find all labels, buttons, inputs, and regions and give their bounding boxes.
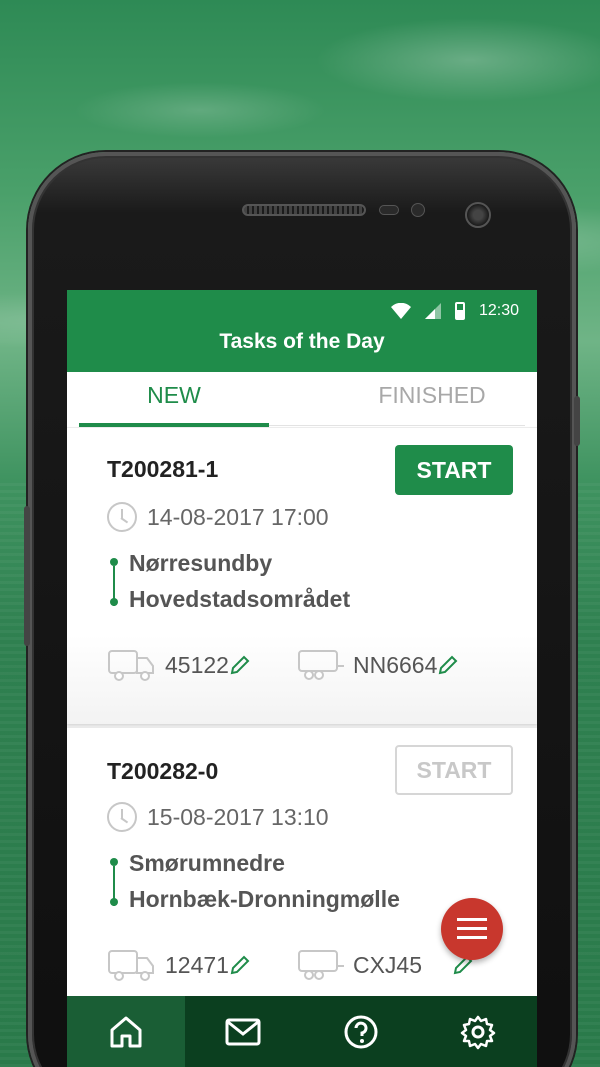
start-button[interactable]: START bbox=[395, 445, 513, 495]
menu-fab-button[interactable] bbox=[441, 898, 503, 960]
route-from-part: Smørumnedre bbox=[129, 850, 285, 876]
clock-icon bbox=[107, 502, 137, 532]
app-screen: 12:30 Tasks of the Day NEW FINISHED T200… bbox=[67, 290, 537, 1067]
route-to-part: stadsområdet bbox=[199, 586, 351, 612]
route-to: Hornbæk-Dronningmølle bbox=[129, 886, 400, 913]
route-to: Hovedstadsområdet bbox=[129, 586, 350, 613]
pencil-icon[interactable] bbox=[229, 654, 251, 676]
route-from-part: undby bbox=[203, 550, 273, 576]
trailer-number: NN6664 bbox=[352, 651, 438, 678]
tab-new[interactable]: NEW bbox=[79, 382, 269, 409]
nav-settings[interactable] bbox=[420, 996, 538, 1067]
battery-icon bbox=[454, 302, 465, 320]
settings-icon bbox=[461, 1015, 496, 1049]
status-time: 12:30 bbox=[478, 302, 519, 319]
tab-bar: NEW FINISHED bbox=[67, 372, 537, 427]
help-icon bbox=[344, 1015, 378, 1048]
route-from: Nørresundby bbox=[129, 550, 272, 577]
nav-help[interactable] bbox=[302, 996, 420, 1067]
nav-home[interactable] bbox=[67, 996, 185, 1067]
app-bar: 12:30 Tasks of the Day bbox=[67, 290, 537, 372]
nav-messages[interactable] bbox=[185, 996, 303, 1067]
task-datetime: 14-08-2017 17:00 bbox=[147, 503, 329, 530]
task-id: T200281-1 bbox=[107, 456, 219, 482]
tab-finished[interactable]: FINISHED bbox=[337, 382, 527, 409]
route-end-dot bbox=[110, 898, 118, 906]
task-time: 14-08-2017 17:00 bbox=[107, 502, 329, 532]
route-start-dot bbox=[110, 558, 118, 566]
route-to-part: Hornbæk-Dronningmølle bbox=[129, 886, 400, 912]
truck-icon bbox=[108, 650, 154, 681]
route-start-dot bbox=[110, 858, 118, 866]
tab-divider bbox=[269, 425, 525, 426]
task-card[interactable]: T200281-1 START 14-08-2017 17:00 Nørresu… bbox=[67, 428, 537, 724]
phone-camera bbox=[465, 202, 491, 228]
status-bar: 12:30 bbox=[390, 302, 519, 320]
route-from-part: Nørres bbox=[129, 550, 204, 576]
route-from: Smørumnedre bbox=[129, 850, 285, 877]
start-button[interactable]: START bbox=[395, 745, 513, 795]
bottom-nav bbox=[67, 996, 537, 1067]
vehicle-row: 45122 NN6664 bbox=[107, 648, 459, 682]
vehicle-row: 12471 CXJ45 bbox=[107, 948, 474, 982]
phone-sensor bbox=[379, 205, 399, 215]
trailer-icon bbox=[297, 950, 344, 980]
truck-number: 45122 bbox=[165, 651, 229, 678]
task-datetime: 15-08-2017 13:10 bbox=[147, 803, 329, 830]
page-title: Tasks of the Day bbox=[219, 330, 385, 353]
truck-icon bbox=[108, 950, 154, 981]
wifi-icon bbox=[390, 303, 411, 319]
task-card[interactable]: T200282-0 START 15-08-2017 13:10 Smørumn… bbox=[67, 728, 537, 1028]
menu-icon bbox=[457, 918, 487, 939]
task-id: T200282-0 bbox=[107, 758, 219, 784]
route-end-dot bbox=[110, 598, 118, 606]
pencil-icon[interactable] bbox=[437, 654, 459, 676]
mail-icon bbox=[225, 1018, 261, 1045]
pencil-icon[interactable] bbox=[229, 954, 251, 976]
clock-icon bbox=[107, 802, 137, 832]
phone-sensor bbox=[411, 203, 425, 217]
trailer-icon bbox=[297, 650, 344, 680]
phone-speaker bbox=[242, 204, 366, 216]
truck-number: 12471 bbox=[165, 951, 229, 978]
route-to-part: Hoved bbox=[129, 586, 200, 612]
task-time: 15-08-2017 13:10 bbox=[107, 802, 329, 832]
signal-icon bbox=[424, 303, 441, 319]
home-icon bbox=[110, 1016, 142, 1047]
trailer-number: CXJ45 bbox=[352, 951, 423, 978]
tab-active-indicator bbox=[79, 423, 269, 427]
